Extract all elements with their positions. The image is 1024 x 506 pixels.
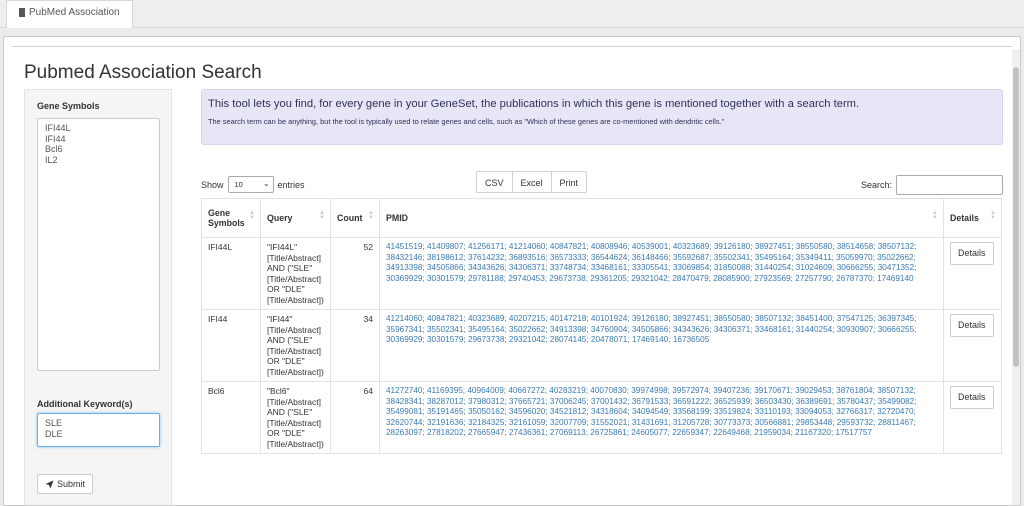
additional-keywords-textarea[interactable]: SLE DLE	[37, 413, 160, 447]
tab-pubmed-association[interactable]: PubMed Association	[6, 0, 133, 28]
gene-cell: Bcl6	[201, 381, 261, 454]
submit-label: Submit	[57, 479, 86, 489]
csv-button[interactable]: CSV	[476, 171, 513, 193]
table-row: Bcl6 "Bcl6" [Title/Abstract] AND ("SLE" …	[201, 381, 1002, 454]
table-row: IFI44L "IFI44L" [Title/Abstract] AND ("S…	[201, 237, 1002, 310]
details-button[interactable]: Details	[950, 314, 994, 337]
search-input[interactable]	[896, 175, 1004, 195]
gene-line: IFI44	[45, 133, 66, 144]
print-button[interactable]: Print	[550, 171, 588, 193]
sort-icon: ▲ ▼	[249, 210, 255, 221]
header-label: Query	[267, 213, 293, 223]
page-length-control: Show 10 ⌄ entries	[201, 176, 305, 193]
header-label: PMID	[386, 213, 408, 223]
count-cell: 34	[330, 309, 380, 382]
results-table: Gene Symbols ▲ ▼ Query ▲ ▼ Count ▲ ▼ PMID ▲ ▼ De…	[201, 198, 1002, 454]
gene-symbols-textarea[interactable]: IFI44L IFI44 Bcl6 IL2	[37, 118, 160, 371]
sort-icon: ▲ ▼	[319, 210, 325, 221]
chevron-down-icon: ⌄	[262, 179, 270, 188]
submit-button[interactable]: Submit	[37, 474, 94, 494]
pmid-cell[interactable]: 41451519; 41409807; 41256171; 41214060; …	[379, 237, 944, 310]
header-count[interactable]: Count ▲ ▼	[330, 198, 380, 238]
gene-line: IL2	[45, 154, 58, 165]
entries-label: entries	[277, 179, 305, 190]
book-icon	[19, 8, 25, 17]
paper-plane-icon	[45, 479, 54, 489]
details-button[interactable]: Details	[950, 386, 994, 409]
header-label: Gene Symbols	[208, 208, 245, 228]
gene-symbols-label: Gene Symbols	[37, 101, 100, 111]
count-cell: 64	[330, 381, 380, 454]
query-cell: "Bcl6" [Title/Abstract] AND ("SLE" [Titl…	[260, 381, 331, 454]
count-cell: 52	[330, 237, 380, 310]
sidebar: Gene Symbols IFI44L IFI44 Bcl6 IL2 Addit…	[24, 89, 172, 505]
pmid-cell[interactable]: 41272740; 41169395; 40964009; 40667272; …	[379, 381, 944, 454]
table-row: IFI44 "IFI44" [Title/Abstract] AND ("SLE…	[201, 309, 1002, 382]
header-label: Count	[337, 213, 363, 223]
search-label: Search:	[861, 180, 893, 190]
scrollbar-thumb[interactable]	[1013, 67, 1019, 367]
pmid-cell[interactable]: 41214060; 40847821; 40323689; 40207215; …	[379, 309, 944, 382]
header-label: Details	[950, 213, 979, 223]
keyword-line: SLE	[45, 418, 63, 428]
keyword-line: DLE	[45, 428, 63, 439]
sort-icon: ▲ ▼	[932, 210, 938, 221]
export-buttons: CSV Excel Print	[476, 171, 588, 193]
show-label: Show	[201, 179, 224, 190]
table-search: Search:	[861, 175, 1004, 195]
details-cell: Details	[943, 309, 1002, 382]
entries-select-value: 10	[234, 180, 243, 189]
query-cell: "IFI44" [Title/Abstract] AND ("SLE" [Tit…	[260, 309, 331, 382]
details-cell: Details	[943, 237, 1002, 310]
additional-keywords-label: Additional Keyword(s)	[37, 399, 133, 409]
gene-line: IFI44L	[45, 123, 71, 133]
table-header-row: Gene Symbols ▲ ▼ Query ▲ ▼ Count ▲ ▼ PMID ▲ ▼ De…	[201, 198, 1002, 238]
gene-cell: IFI44L	[201, 237, 261, 310]
main-panel: Pubmed Association Search Gene Symbols I…	[3, 36, 1021, 506]
scrollbar[interactable]	[1012, 49, 1020, 505]
excel-button[interactable]: Excel	[511, 171, 552, 193]
page-title: Pubmed Association Search	[24, 62, 262, 83]
info-box: This tool lets you find, for every gene …	[201, 89, 1003, 145]
header-details[interactable]: Details ▲ ▼	[943, 198, 1002, 238]
tab-label: PubMed Association	[29, 7, 120, 18]
header-query[interactable]: Query ▲ ▼	[260, 198, 331, 238]
query-cell: "IFI44L" [Title/Abstract] AND ("SLE" [Ti…	[260, 237, 331, 310]
gene-line: Bcl6	[45, 144, 63, 154]
tab-bar: PubMed Association	[0, 0, 1024, 28]
header-pmid[interactable]: PMID ▲ ▼	[379, 198, 944, 238]
divider	[12, 46, 1012, 47]
header-gene-symbols[interactable]: Gene Symbols ▲ ▼	[201, 198, 261, 238]
sort-icon: ▲ ▼	[368, 210, 374, 221]
info-sub-text: The search term can be anything, but the…	[208, 117, 725, 126]
sort-icon: ▲ ▼	[990, 210, 996, 221]
info-main-text: This tool lets you find, for every gene …	[208, 98, 860, 110]
details-button[interactable]: Details	[950, 242, 994, 265]
gene-cell: IFI44	[201, 309, 261, 382]
details-cell: Details	[943, 381, 1002, 454]
entries-select[interactable]: 10 ⌄	[227, 176, 274, 193]
